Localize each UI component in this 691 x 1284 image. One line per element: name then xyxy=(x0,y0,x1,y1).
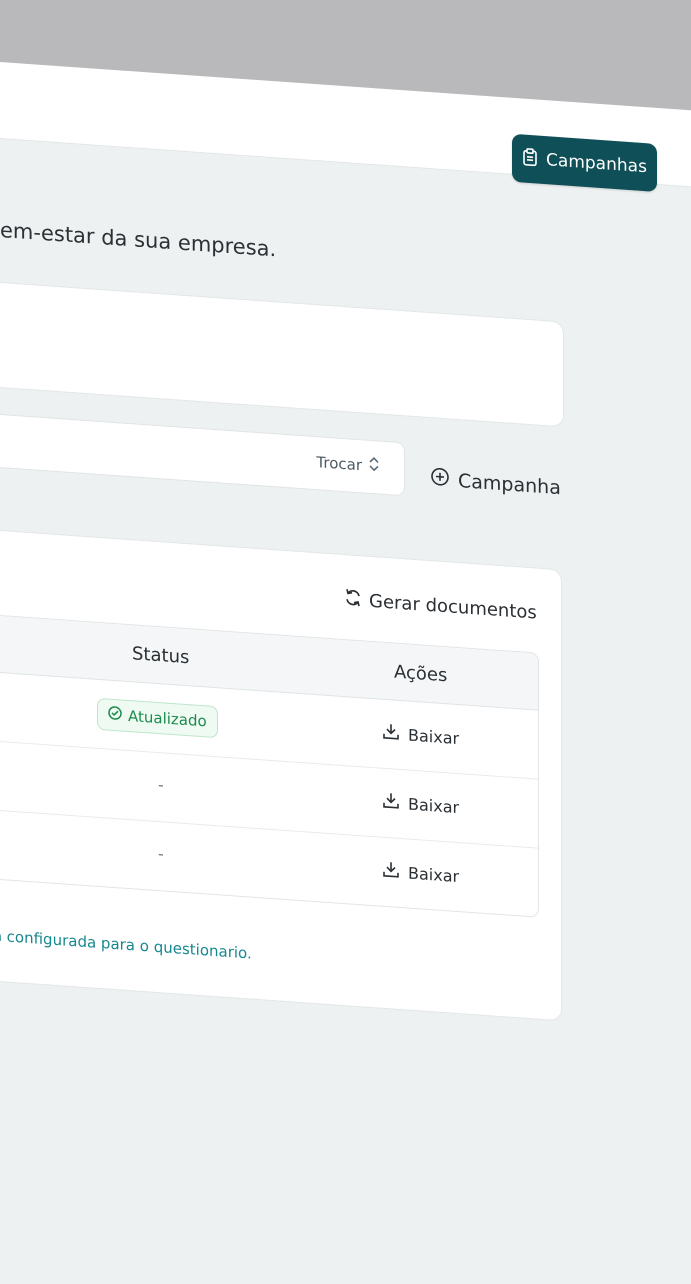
download-button[interactable]: Baixar xyxy=(382,860,459,887)
clipboard-icon xyxy=(522,147,538,171)
plus-circle-icon xyxy=(430,466,450,492)
add-campaign-label: Campanha xyxy=(458,470,561,499)
status-text: Atualizado xyxy=(128,707,207,731)
page-subtitle: em-estar da sua empresa. xyxy=(0,218,276,261)
campaign-select[interactable]: Trocar xyxy=(0,412,405,496)
config-note: ima configurada para o questionario. xyxy=(0,925,252,963)
status-badge: Atualizado xyxy=(97,698,218,738)
campanhas-button-label: Campanhas xyxy=(546,150,647,177)
documents-table: Status Ações Atualizado xyxy=(0,613,539,918)
generate-documents-label: Gerar documentos xyxy=(369,591,537,624)
refresh-icon xyxy=(343,587,363,613)
status-text: - xyxy=(158,775,164,794)
download-button[interactable]: Baixar xyxy=(382,791,459,818)
app-canvas: Campanhas em-estar da sua empresa. Troca… xyxy=(0,0,691,1280)
campanhas-button[interactable]: Campanhas xyxy=(512,134,657,192)
download-label: Baixar xyxy=(408,794,459,817)
documents-card: Gerar documentos Status Ações Atualizado xyxy=(0,528,562,1021)
info-card xyxy=(0,280,564,428)
download-icon xyxy=(382,722,400,745)
chevron-updown-icon xyxy=(368,456,380,477)
config-note-text: configurada para o questionario. xyxy=(2,927,252,962)
trocar-control[interactable]: Trocar xyxy=(316,452,380,476)
add-campaign-button[interactable]: Campanha xyxy=(430,466,561,500)
check-circle-icon xyxy=(108,706,122,725)
download-label: Baixar xyxy=(408,725,459,748)
status-column-header: Status xyxy=(132,643,189,668)
download-label: Baixar xyxy=(408,863,459,886)
download-button[interactable]: Baixar xyxy=(382,722,459,749)
app-header: Campanhas xyxy=(0,61,691,191)
generate-documents-button[interactable]: Gerar documentos xyxy=(343,587,537,626)
status-text: - xyxy=(158,844,164,863)
download-icon xyxy=(382,791,400,814)
download-icon xyxy=(382,860,400,883)
trocar-label: Trocar xyxy=(316,453,362,474)
actions-column-header: Ações xyxy=(394,662,447,687)
